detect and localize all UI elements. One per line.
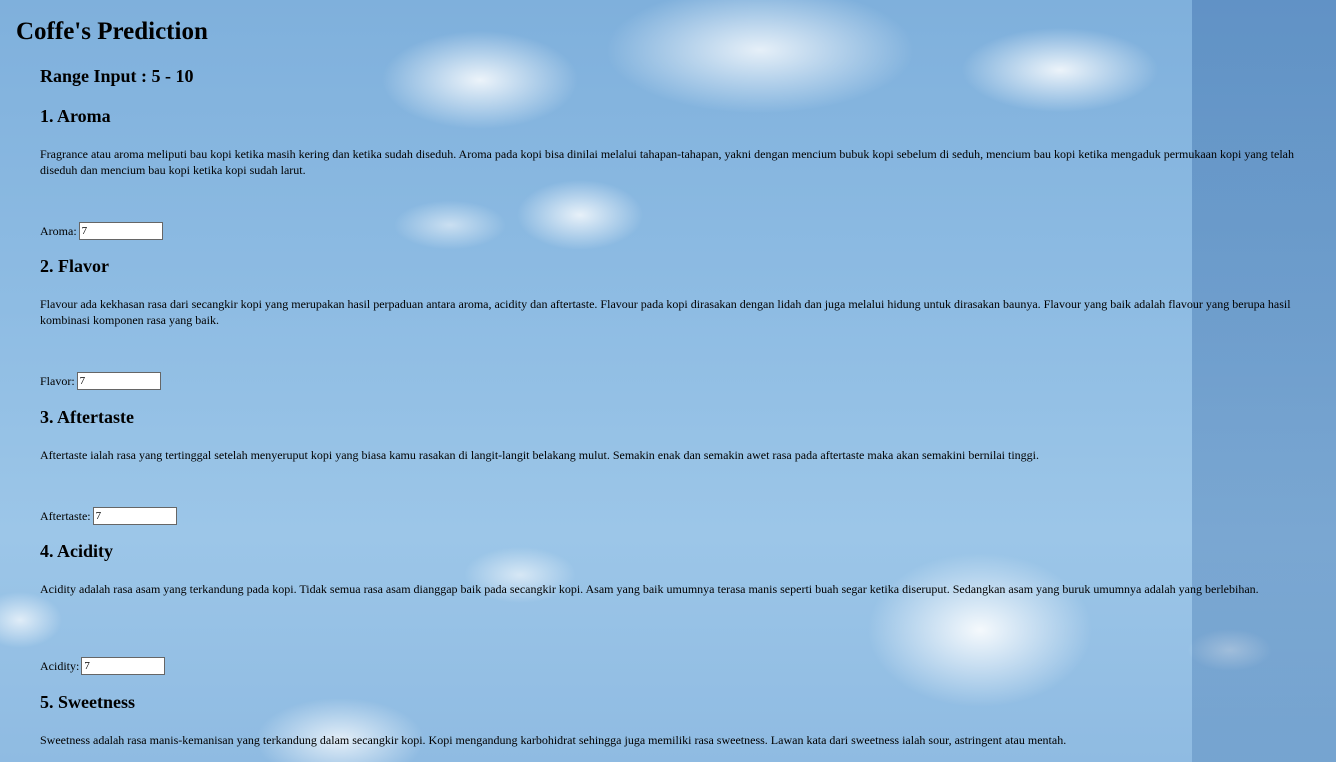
flavor-label: Flavor: <box>40 373 75 388</box>
section-heading: 5. Sweetness <box>40 692 135 712</box>
section-heading: 1. Aroma <box>40 106 111 126</box>
flavor-input[interactable] <box>76 372 161 390</box>
page-title: Coffe's Prediction <box>16 18 208 45</box>
aroma-label: Aroma: <box>40 223 77 238</box>
flavor-field: Flavor: <box>40 372 161 390</box>
section-heading: 2. Flavor <box>40 256 109 276</box>
section-heading: 3. Aftertaste <box>40 407 134 427</box>
aftertaste-field: Aftertaste: <box>40 507 177 525</box>
section-flavor: 2. Flavor Flavour ada kekhasan rasa dari… <box>40 256 1300 390</box>
section-heading: 4. Acidity <box>40 541 114 561</box>
section-description: Sweetness adalah rasa manis-kemanisan ya… <box>40 733 1067 747</box>
section-description: Flavour ada kekhasan rasa dari secangkir… <box>40 297 1291 327</box>
section-sweetness: 5. Sweetness Sweetness adalah rasa manis… <box>40 692 1300 747</box>
acidity-field: Acidity: <box>40 657 166 675</box>
section-description: Acidity adalah rasa asam yang terkandung… <box>40 582 1259 596</box>
acidity-input[interactable] <box>81 657 166 675</box>
acidity-label: Acidity: <box>40 658 80 673</box>
section-aftertaste: 3. Aftertaste Aftertaste ialah rasa yang… <box>40 407 1300 525</box>
section-aroma: 1. Aroma Fragrance atau aroma meliputi b… <box>40 106 1300 240</box>
aroma-input[interactable] <box>78 222 163 240</box>
range-input-heading: Range Input : 5 - 10 <box>40 66 194 86</box>
section-description: Fragrance atau aroma meliputi bau kopi k… <box>40 147 1294 177</box>
section-acidity: 4. Acidity Acidity adalah rasa asam yang… <box>40 541 1300 675</box>
aftertaste-input[interactable] <box>92 507 177 525</box>
aftertaste-label: Aftertaste: <box>40 508 91 523</box>
aroma-field: Aroma: <box>40 222 163 240</box>
section-description: Aftertaste ialah rasa yang tertinggal se… <box>40 448 1039 462</box>
